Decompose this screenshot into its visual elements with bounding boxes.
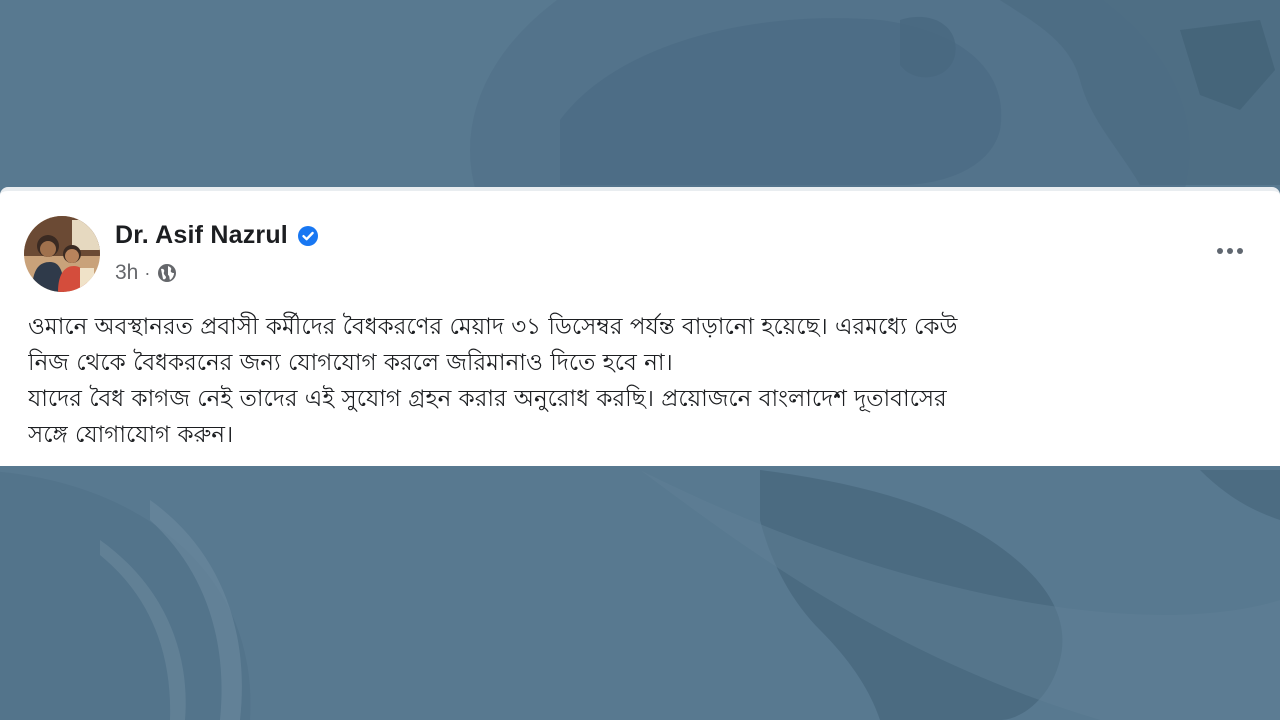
facebook-post-card: Dr. Asif Nazrul 3h · ওমানে অবস্থানরত প্র… [0, 187, 1280, 466]
globe-icon[interactable] [156, 262, 178, 284]
more-options-dot [1237, 248, 1243, 254]
post-timestamp[interactable]: 3h [115, 261, 138, 285]
author-header: Dr. Asif Nazrul [115, 221, 319, 250]
post-meta: 3h · [115, 261, 178, 285]
author-avatar[interactable] [24, 216, 100, 292]
more-options-icon [1217, 248, 1223, 254]
meta-separator: · [144, 262, 151, 283]
more-options-dot [1227, 248, 1233, 254]
post-text-line: নিজ থেকে বৈধকরনের জন্য যোগযোগ করলে জরিমা… [28, 350, 673, 376]
post-body: ওমানে অবস্থানরত প্রবাসী কর্মীদের বৈধকরণে… [28, 309, 1258, 453]
post-text-line: যাদের বৈধ কাগজ নেই তাদের এই সুযোগ গ্রহন … [28, 386, 947, 412]
post-text-line: সঙ্গে যোগাযোগ করুন। [28, 422, 234, 448]
verified-badge-icon [297, 225, 319, 247]
author-name[interactable]: Dr. Asif Nazrul [115, 221, 288, 250]
more-options-button[interactable] [1210, 239, 1250, 263]
post-text-line: ওমানে অবস্থানরত প্রবাসী কর্মীদের বৈধকরণে… [28, 314, 958, 340]
